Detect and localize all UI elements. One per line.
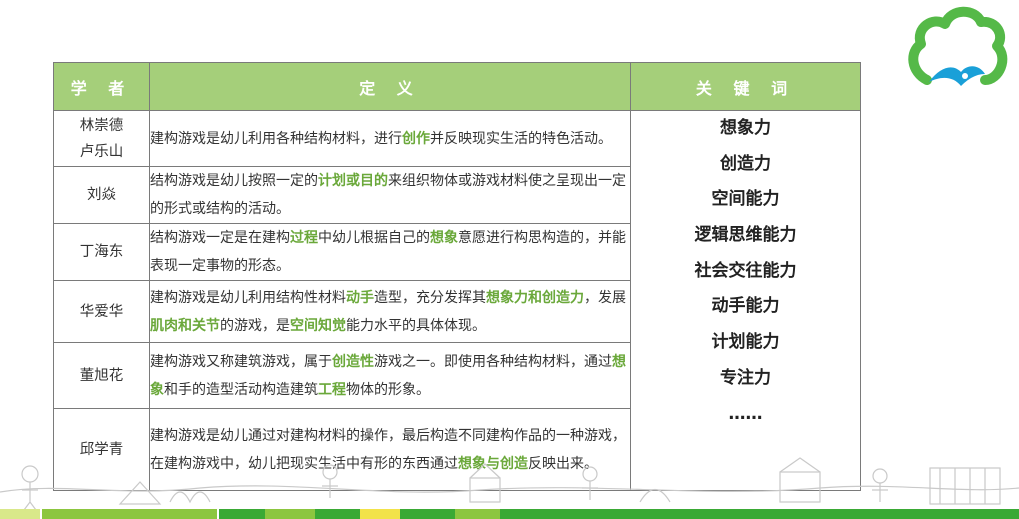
definition-text: 物体的形象。: [346, 381, 430, 398]
table-header-row: 学 者 定 义 关 键 词: [53, 62, 861, 111]
definition-text: 造型，充分发挥其: [374, 289, 486, 306]
definition-text: 并反映现实生活的特色活动。: [430, 130, 612, 147]
keyword-item: 计划能力: [711, 332, 780, 353]
scholar-cell: 华爱华: [53, 280, 150, 343]
scholar-cell: 刘焱: [53, 166, 150, 224]
definition-text: 建构游戏又称建筑游戏，属于: [150, 353, 332, 370]
keyword-item: 动手能力: [711, 296, 780, 317]
table-row: 林崇德 卢乐山 建构游戏是幼儿利用各种结构材料，进行创作并反映现实生活的特色活动。想…: [53, 110, 861, 491]
definition-highlight: 工程: [318, 381, 346, 398]
keyword-item: 想象力: [720, 118, 771, 138]
definition-table: 学 者 定 义 关 键 词 林崇德 卢乐山 建构游戏是幼儿利用各种结构材料，进行创作…: [53, 62, 861, 491]
definition-highlight: 空间知觉: [290, 317, 346, 334]
definition-text: 的游戏，是: [220, 317, 290, 334]
definition-text: 中幼儿根据自己的: [318, 230, 430, 246]
bottom-color-bar: [0, 509, 1019, 519]
definition-highlight: 创作: [402, 130, 430, 147]
definition-text: 能力水平的具体体现。: [346, 317, 486, 334]
keywords-cell: 想象力创造力空间能力逻辑思维能力 社会交往能力 动手能力计划能力专注力 ……: [630, 110, 861, 491]
definition-text: ，发展: [584, 289, 626, 306]
tree-cloud-logo-icon: [908, 6, 1008, 86]
scholar-name: 刘焱: [87, 187, 116, 203]
definition-text: 结构游戏是幼儿按照一定的: [150, 173, 318, 189]
scholar-name: 董旭花: [79, 367, 124, 384]
keyword-item: 逻辑思维能力: [694, 225, 797, 246]
definition-cell: 结构游戏一定是在建构过程中幼儿根据自己的想象意愿进行构思构造的，并能表现一定事物…: [149, 223, 631, 281]
scholar-name: 林崇德: [79, 117, 124, 134]
definition-text: 游戏之一。即使用各种结构材料，通过: [374, 353, 612, 370]
scholar-cell: 林崇德 卢乐山: [53, 110, 150, 167]
keyword-item: ……: [728, 403, 763, 424]
definition-text: 建构游戏是幼儿利用各种结构材料，进行: [150, 130, 402, 147]
definition-highlight: 创造性: [332, 353, 374, 370]
keyword-item: 专注力: [720, 367, 771, 388]
scholar-cell: 丁海东: [53, 223, 150, 281]
children-drawing-doodle-icon: [0, 457, 1019, 511]
definition-highlight: 肌肉和关节: [150, 317, 220, 334]
definition-highlight: 想象: [430, 230, 458, 246]
definition-highlight: 过程: [290, 230, 318, 246]
definition-highlight: 想象力和创造力: [486, 289, 584, 306]
definition-text: 结构游戏一定是在建构: [150, 230, 290, 246]
definition-text: 建构游戏是幼儿利用结构性材料: [150, 289, 346, 306]
definition-cell: 结构游戏是幼儿按照一定的计划或目的来组织物体或游戏材料使之呈现出一定的形式或结构…: [149, 166, 631, 224]
definition-cell: 建构游戏又称建筑游戏，属于创造性游戏之一。即使用各种结构材料，通过想象和手的造型…: [149, 342, 631, 409]
header-definition: 定 义: [149, 62, 631, 111]
header-scholar: 学 者: [53, 62, 150, 111]
scholar-name: 华爱华: [79, 303, 124, 320]
header-keywords: 关 键 词: [630, 62, 861, 111]
definition-cell: 建构游戏是幼儿利用各种结构材料，进行创作并反映现实生活的特色活动。: [149, 110, 631, 167]
keyword-item: 创造力: [720, 153, 771, 174]
keyword-item: 社会交往能力: [694, 260, 797, 281]
definition-text: 和手的造型活动构造建筑: [164, 381, 318, 398]
scholar-name: 丁海东: [79, 244, 124, 260]
definition-cell: 建构游戏是幼儿利用结构性材料动手造型，充分发挥其想象力和创造力，发展肌肉和关节的…: [149, 280, 631, 343]
scholar-cell: 董旭花: [53, 342, 150, 409]
definition-highlight: 动手: [346, 289, 374, 306]
definition-highlight: 计划或目的: [318, 173, 388, 189]
scholar-name: 卢乐山: [79, 143, 124, 160]
keyword-item: 空间能力: [711, 189, 780, 210]
